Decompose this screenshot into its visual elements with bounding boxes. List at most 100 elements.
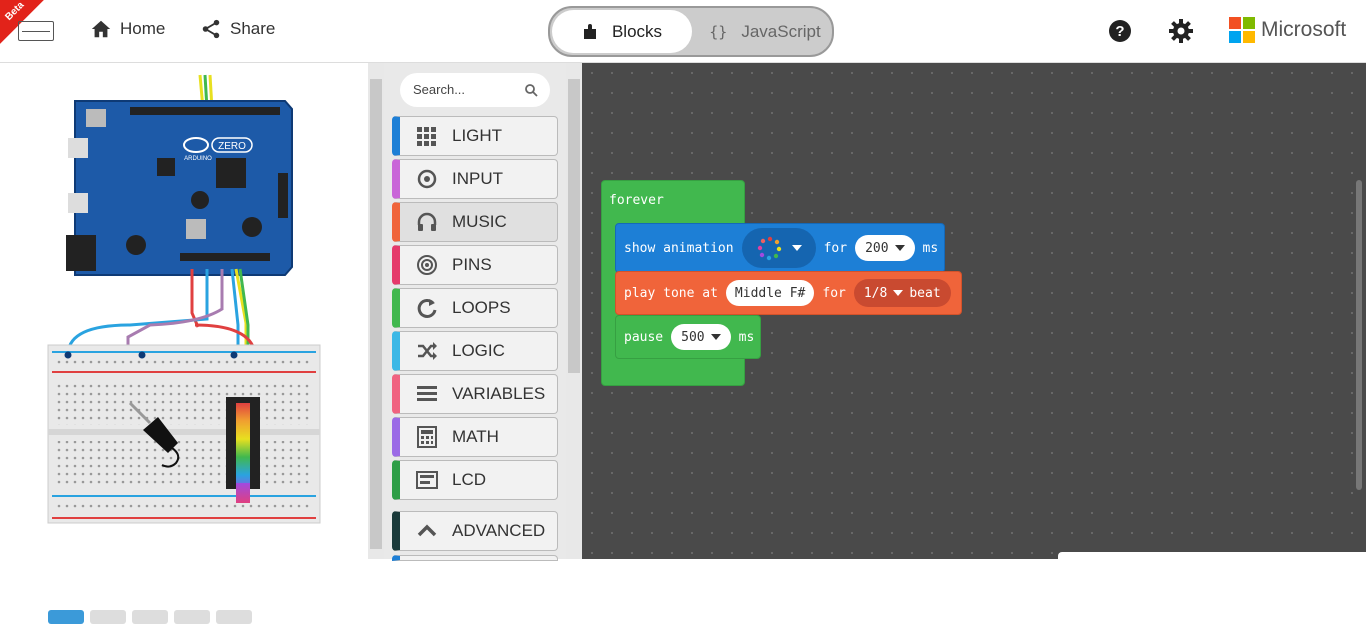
grid-icon [417, 127, 436, 146]
category-loops[interactable]: LOOPS [392, 288, 558, 328]
category-label: LOGIC [452, 341, 505, 360]
svg-text:?: ? [1115, 23, 1124, 40]
toolbox: Search... LIGHT INPUT MUSIC PINS LOOPS L… [384, 63, 566, 561]
category-label: ADVANCED [452, 521, 546, 540]
neopixel-strip[interactable] [226, 397, 260, 503]
chevron-down-icon [894, 245, 905, 251]
restart-button[interactable] [132, 610, 168, 624]
toolbox-scrollbar[interactable] [566, 63, 582, 559]
beta-label: Beta [3, 0, 27, 23]
category-lcd[interactable]: LCD [392, 460, 558, 500]
category-label: PINS [452, 255, 492, 274]
category-label: LOOPS [452, 298, 511, 317]
share-icon [202, 19, 220, 39]
for-label: for [822, 285, 846, 301]
mute-button[interactable] [216, 610, 252, 624]
list-icon [417, 386, 437, 401]
category-logic[interactable]: LOGIC [392, 331, 558, 371]
toolbox-scroll-thumb[interactable] [568, 79, 580, 373]
javascript-tab[interactable]: {} JavaScript [700, 10, 830, 53]
beat-dropdown[interactable]: 1/8 beat [853, 279, 951, 307]
brand-label: Microsoft [1261, 18, 1347, 41]
microsoft-squares-icon [1229, 17, 1255, 43]
board-name: ZERO [218, 141, 246, 152]
category-advanced[interactable]: ADVANCED [392, 511, 558, 551]
calculator-icon [417, 426, 437, 448]
blocks-tab[interactable]: Blocks [552, 10, 692, 53]
simulator-scroll-thumb[interactable] [370, 79, 382, 549]
home-icon [91, 20, 111, 38]
pins-icon [417, 255, 437, 275]
simulator-toolbar [48, 610, 252, 624]
debug-button[interactable] [174, 610, 210, 624]
blocks-workspace[interactable]: forever show animation for 200 ms play t… [582, 63, 1366, 559]
blocks-label: Blocks [611, 21, 663, 41]
home-button[interactable]: Home [90, 18, 165, 40]
category-light[interactable]: LIGHT [392, 116, 558, 156]
category-label: VARIABLES [452, 384, 546, 403]
animation-picker[interactable] [741, 228, 816, 268]
braces-icon: {} [709, 22, 728, 41]
category-label: INPUT [452, 169, 503, 188]
help-icon[interactable]: ? [1107, 18, 1133, 44]
forever-label: forever [609, 193, 664, 208]
workspace-toolbar [1058, 552, 1366, 559]
search-input[interactable]: Search... [400, 73, 550, 107]
category-extensions[interactable] [392, 555, 558, 561]
search-icon[interactable] [524, 83, 538, 97]
simulator-panel: ZERO ARDUINO [0, 63, 368, 624]
show-animation-block[interactable]: show animation for 200 ms [615, 223, 945, 273]
ms-label: ms [738, 329, 755, 345]
beat-fraction-value: 1/8 [863, 285, 888, 301]
play-button[interactable] [48, 610, 84, 624]
category-math[interactable]: MATH [392, 417, 558, 457]
headphones-icon [417, 212, 437, 231]
tone-note-field[interactable]: Middle F# [725, 280, 815, 306]
microsoft-logo[interactable]: Microsoft [1229, 17, 1346, 43]
top-bar: Beta Home Share Blocks {} JavaScript ? M… [0, 0, 1366, 63]
javascript-label: JavaScript [741, 21, 821, 41]
loop-icon [417, 298, 437, 318]
shuffle-icon [418, 342, 437, 360]
category-label: MUSIC [452, 212, 507, 231]
animation-rainbow-icon [757, 236, 781, 261]
category-variables[interactable]: VARIABLES [392, 374, 558, 414]
show-animation-label: show animation [624, 240, 734, 256]
stop-button[interactable] [90, 610, 126, 624]
gear-icon[interactable] [1168, 18, 1194, 44]
ms-label: ms [922, 240, 939, 256]
pause-duration-dropdown[interactable]: 500 [671, 324, 731, 350]
chevron-up-icon [417, 524, 437, 537]
chevron-down-icon [710, 334, 721, 340]
category-label: MATH [452, 427, 499, 446]
chevron-down-icon [893, 290, 904, 296]
category-label: LIGHT [452, 126, 503, 145]
play-tone-block[interactable]: play tone at Middle F# for 1/8 beat [615, 271, 962, 315]
category-label: LCD [452, 470, 487, 489]
share-button[interactable]: Share [200, 18, 275, 40]
category-input[interactable]: INPUT [392, 159, 558, 199]
share-label: Share [230, 19, 276, 38]
search-placeholder: Search... [413, 82, 466, 97]
lcd-icon [416, 471, 438, 489]
board-logo-icon[interactable] [18, 21, 54, 41]
category-pins[interactable]: PINS [392, 245, 558, 285]
category-music[interactable]: MUSIC [392, 202, 558, 242]
workspace-scrollbar[interactable] [1356, 180, 1362, 490]
pause-duration-value: 500 [681, 329, 705, 345]
target-icon [417, 169, 437, 189]
animation-duration-value: 200 [865, 240, 889, 256]
simulator-scrollbar[interactable] [368, 63, 384, 559]
board-brand: ARDUINO [184, 156, 212, 162]
animation-duration-dropdown[interactable]: 200 [855, 235, 915, 261]
puzzle-icon [583, 23, 596, 39]
circuit-simulator[interactable]: ZERO ARDUINO [0, 63, 368, 553]
editor-toggle: Blocks {} JavaScript [548, 6, 834, 57]
home-label: Home [120, 19, 166, 38]
tone-note-value: Middle F# [734, 285, 806, 301]
chevron-down-icon [791, 245, 802, 251]
for-label: for [823, 240, 848, 256]
pause-block[interactable]: pause 500 ms [615, 315, 761, 359]
pause-label: pause [624, 329, 664, 345]
beat-label: beat [909, 285, 941, 301]
